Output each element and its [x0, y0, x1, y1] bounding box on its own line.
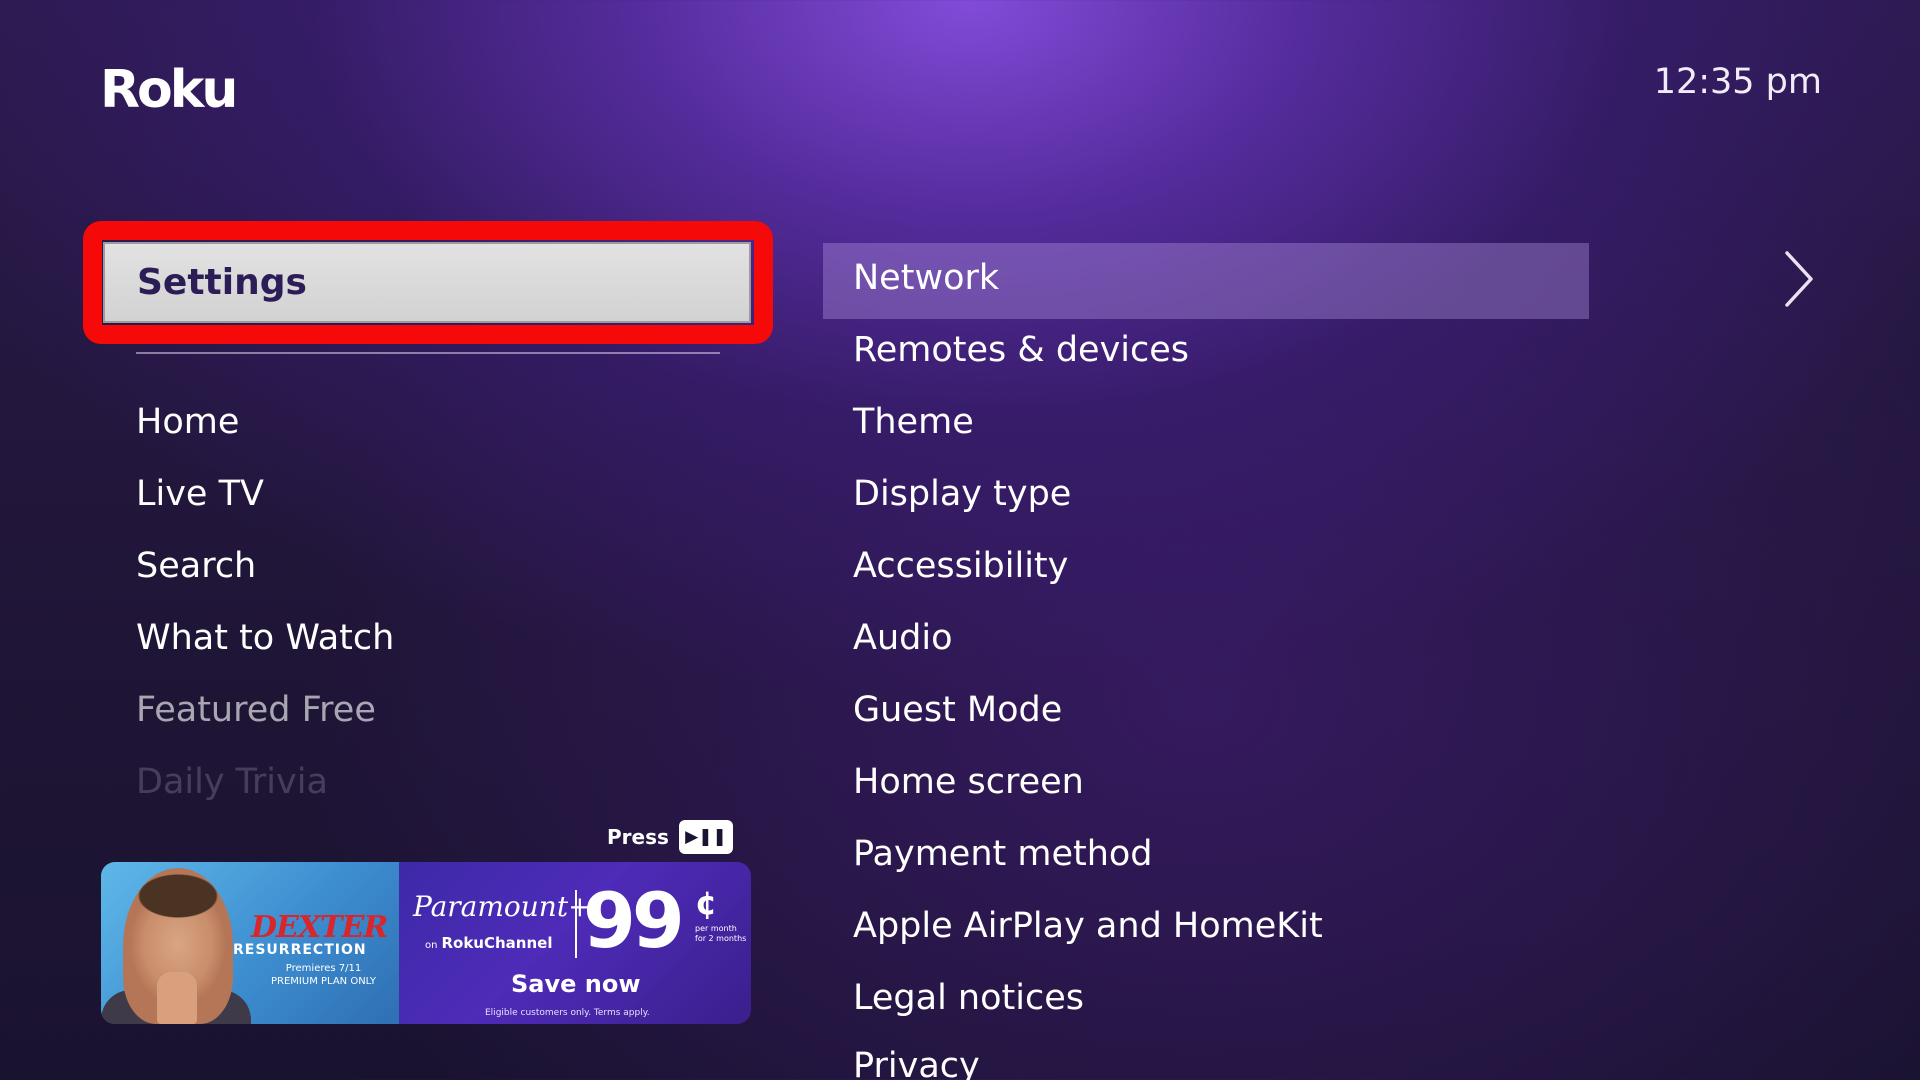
ad-cents: ¢: [695, 884, 718, 922]
menu-item-what-to-watch[interactable]: What to Watch: [136, 618, 394, 658]
menu-item-featured-free[interactable]: Featured Free: [136, 690, 376, 730]
menu-item-home[interactable]: Home: [136, 402, 239, 442]
ad-premieres-plan: PREMIUM PLAN ONLY: [271, 976, 377, 987]
menu-item-daily-trivia[interactable]: Daily Trivia: [136, 762, 328, 802]
settings-item-theme[interactable]: Theme: [853, 402, 974, 442]
ad-on-label: on: [425, 940, 438, 951]
ad-offer-panel: Paramount+ on RokuChannel 99 ¢ per month …: [399, 862, 751, 1024]
settings-item-guest-mode[interactable]: Guest Mode: [853, 690, 1062, 730]
ad-dexter-title: DEXTER: [251, 910, 388, 945]
ad-premieres: Premieres 7/11 PREMIUM PLAN ONLY: [271, 962, 376, 988]
clock: 12:35 pm: [1653, 62, 1822, 102]
ad-save-now: Save now: [511, 970, 641, 998]
ad-vertical-divider: [575, 890, 577, 958]
settings-item-privacy[interactable]: Privacy: [853, 1046, 980, 1080]
settings-item-airplay-homekit[interactable]: Apple AirPlay and HomeKit: [853, 906, 1323, 946]
play-pause-icon: ▶❚❚: [678, 820, 733, 854]
ad-fine-print: Eligible customers only. Terms apply.: [485, 1008, 650, 1018]
menu-item-settings-label: Settings: [137, 262, 307, 303]
ad-per-month-line2: for 2 months: [695, 934, 747, 943]
menu-item-search[interactable]: Search: [136, 546, 256, 586]
ad-dexter-panel: DEXTER RESURRECTION Premieres 7/11 PREMI…: [101, 862, 399, 1024]
menu-item-settings[interactable]: Settings: [103, 242, 751, 323]
ad-per-month: per month for 2 months: [695, 924, 746, 944]
settings-item-home-screen[interactable]: Home screen: [853, 762, 1084, 802]
ad-channel-label: RokuChannel: [441, 934, 553, 952]
ad-hands-graphic: [157, 972, 197, 1024]
settings-item-accessibility[interactable]: Accessibility: [853, 546, 1068, 586]
press-hint: Press ▶❚❚: [607, 820, 733, 854]
settings-item-remotes-devices[interactable]: Remotes & devices: [853, 330, 1189, 370]
ad-dexter-subtitle: RESURRECTION: [233, 942, 367, 958]
ad-roku-channel: on RokuChannel: [425, 934, 552, 952]
menu-item-live-tv[interactable]: Live TV: [136, 474, 264, 514]
settings-item-audio[interactable]: Audio: [853, 618, 952, 658]
ad-paramount-logo: Paramount+: [413, 890, 592, 923]
ad-price: 99: [583, 876, 685, 965]
settings-item-network[interactable]: Network: [853, 258, 999, 298]
chevron-right-icon[interactable]: [1784, 250, 1814, 308]
ad-premieres-date: Premieres 7/11: [285, 963, 362, 974]
settings-item-payment-method[interactable]: Payment method: [853, 834, 1153, 874]
ad-per-month-line1: per month: [695, 924, 737, 933]
press-label: Press: [607, 825, 669, 849]
menu-divider: [136, 352, 720, 354]
ad-banner[interactable]: DEXTER RESURRECTION Premieres 7/11 PREMI…: [101, 862, 751, 1024]
settings-item-display-type[interactable]: Display type: [853, 474, 1071, 514]
roku-logo: Roku: [100, 60, 238, 120]
settings-item-legal-notices[interactable]: Legal notices: [853, 978, 1084, 1018]
